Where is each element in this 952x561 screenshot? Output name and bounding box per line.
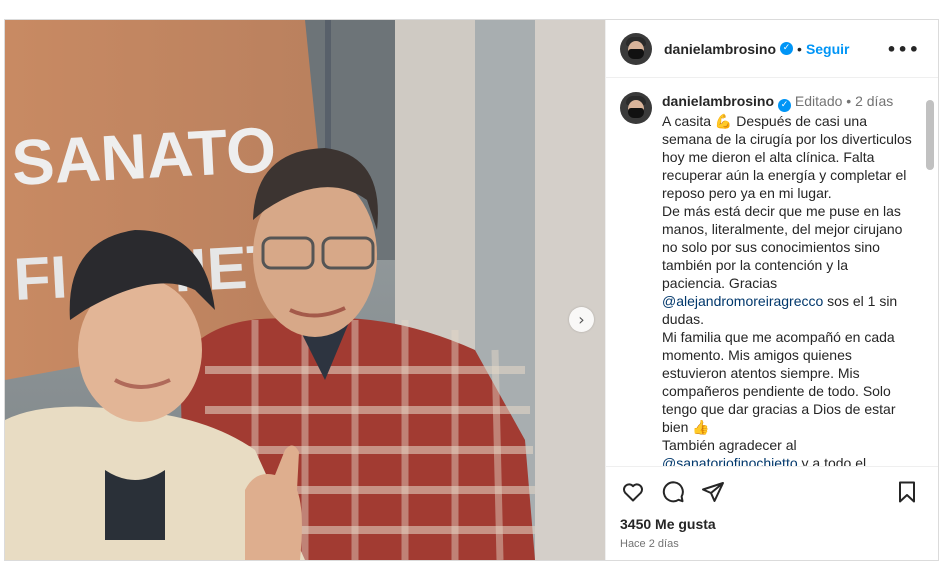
likes-count[interactable]: 3450 Me gusta bbox=[606, 516, 938, 536]
sign-text-top: SANATO bbox=[10, 113, 278, 199]
post-photo[interactable]: SANATO FI O HIET › bbox=[5, 20, 605, 560]
caption-text-part-3: y a todo el bbox=[797, 455, 867, 466]
caption-username[interactable]: danielambrosino bbox=[662, 93, 774, 109]
caption-time[interactable]: 2 días bbox=[855, 93, 893, 109]
caption-avatar[interactable] bbox=[620, 92, 652, 124]
caption: danielambrosino ✓ Editado • 2 días A casi… bbox=[620, 92, 916, 466]
caption-text-part-1: A casita 💪 Después de casi una semana de… bbox=[662, 113, 912, 291]
caption-text-part-2: sos el 1 sin dudas. Mi familia que me ac… bbox=[662, 293, 898, 453]
username-link[interactable]: danielambrosino bbox=[664, 41, 776, 57]
caption-body: danielambrosino ✓ Editado • 2 días A casi… bbox=[662, 92, 912, 466]
avatar[interactable] bbox=[620, 32, 652, 65]
scrollbar[interactable] bbox=[926, 100, 934, 170]
next-photo-button[interactable]: › bbox=[569, 307, 594, 332]
share-icon[interactable] bbox=[700, 479, 726, 505]
mention-link[interactable]: @sanatoriofinochietto bbox=[662, 455, 798, 466]
bookmark-icon[interactable] bbox=[894, 479, 920, 505]
caption-separator: • bbox=[846, 93, 852, 109]
post-sidebar: danielambrosino ✓ • Seguir ••• danielamb… bbox=[605, 20, 938, 560]
post-header: danielambrosino ✓ • Seguir ••• bbox=[606, 20, 938, 78]
caption-meta: danielambrosino ✓ Editado • 2 días bbox=[662, 92, 912, 112]
verified-badge-icon: ✓ bbox=[778, 99, 792, 112]
post-date[interactable]: Hace 2 días bbox=[606, 536, 938, 560]
verified-badge-icon: ✓ bbox=[780, 42, 794, 55]
edited-label: Editado bbox=[794, 93, 843, 109]
caption-text: A casita 💪 Después de casi una semana de… bbox=[662, 112, 912, 466]
heart-icon[interactable] bbox=[620, 479, 646, 505]
comments-section[interactable]: danielambrosino ✓ Editado • 2 días A casi… bbox=[606, 78, 938, 466]
follow-button[interactable]: Seguir bbox=[806, 41, 850, 57]
separator-dot: • bbox=[797, 40, 802, 57]
more-options-icon[interactable]: ••• bbox=[886, 40, 920, 59]
mention-link[interactable]: @alejandromoreiragrecco bbox=[662, 293, 823, 309]
chevron-right-icon: › bbox=[578, 309, 585, 329]
comment-icon[interactable] bbox=[660, 479, 686, 505]
action-bar bbox=[606, 466, 938, 516]
instagram-post: SANATO FI O HIET › bbox=[4, 19, 939, 561]
photo-illustration: SANATO FI O HIET bbox=[5, 20, 605, 560]
